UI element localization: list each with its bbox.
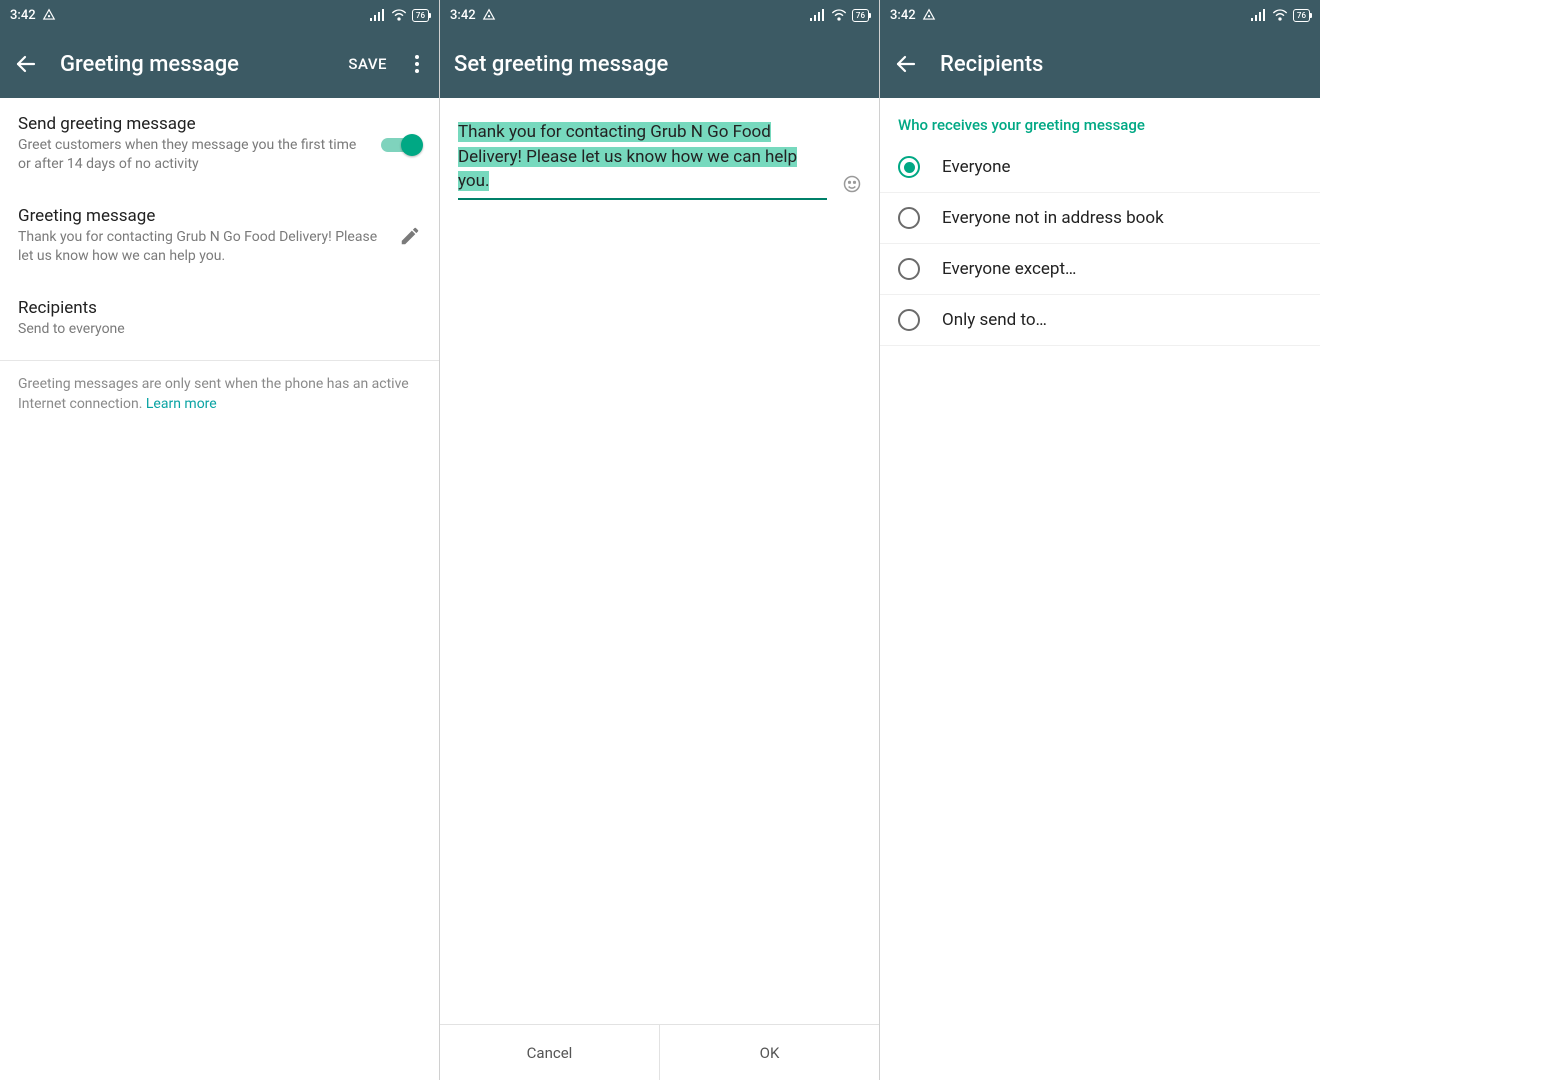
cloud-icon — [922, 8, 936, 22]
page-title: Set greeting message — [454, 52, 668, 77]
pencil-icon[interactable] — [399, 225, 421, 247]
learn-more-link[interactable]: Learn more — [146, 396, 217, 412]
cloud-icon — [42, 8, 56, 22]
radio-label: Everyone except… — [942, 259, 1076, 279]
dialog-actions: Cancel OK — [440, 1024, 879, 1080]
cancel-button[interactable]: Cancel — [440, 1025, 660, 1080]
toggle-subtitle: Greet customers when they message you th… — [18, 136, 369, 174]
toggle-title: Send greeting message — [18, 114, 369, 134]
row-recipients[interactable]: Recipients Send to everyone — [0, 282, 439, 357]
save-button[interactable]: SAVE — [348, 55, 387, 73]
radio-option[interactable]: Everyone not in address book — [880, 193, 1320, 244]
recipients-options: Everyone Everyone not in address book Ever… — [880, 142, 1320, 346]
wifi-icon — [1272, 9, 1288, 21]
signal-icon — [370, 9, 386, 21]
wifi-icon — [391, 9, 407, 21]
radio-label: Only send to… — [942, 310, 1047, 330]
back-icon[interactable] — [14, 52, 38, 76]
panel-set-greeting: 3:42 76 Set greeting message Thank you f… — [440, 0, 880, 1080]
radio-option[interactable]: Only send to… — [880, 295, 1320, 346]
section-header: Who receives your greeting message — [880, 98, 1320, 142]
radio-label: Everyone not in address book — [942, 208, 1164, 228]
row-greeting-message[interactable]: Greeting message Thank you for contactin… — [0, 190, 439, 282]
signal-icon — [1251, 9, 1267, 21]
cloud-icon — [482, 8, 496, 22]
radio-option[interactable]: Everyone — [880, 142, 1320, 193]
greeting-text-input[interactable]: Thank you for contacting Grub N Go Food … — [458, 120, 827, 200]
battery-icon: 76 — [1293, 9, 1310, 22]
recipients-title: Recipients — [18, 298, 421, 318]
toggle-switch[interactable] — [381, 133, 421, 155]
app-bar: Greeting message SAVE — [0, 30, 439, 98]
battery-icon: 76 — [412, 9, 429, 22]
radio-icon — [898, 207, 920, 229]
overflow-menu-icon[interactable] — [409, 49, 425, 79]
footer-note: Greeting messages are only sent when the… — [0, 361, 439, 428]
radio-option[interactable]: Everyone except… — [880, 244, 1320, 295]
panel-recipients: 3:42 76 Recipients Who receives your gre… — [880, 0, 1320, 1080]
greeting-title: Greeting message — [18, 206, 387, 226]
status-bar: 3:42 76 — [440, 0, 879, 30]
radio-icon — [898, 156, 920, 178]
radio-icon — [898, 258, 920, 280]
page-title: Greeting message — [60, 52, 326, 77]
signal-icon — [810, 9, 826, 21]
panel-greeting-settings: 3:42 76 Greeting message SAVE Send greet… — [0, 0, 440, 1080]
radio-label: Everyone — [942, 157, 1011, 177]
greeting-body: Thank you for contacting Grub N Go Food … — [18, 228, 387, 266]
status-bar: 3:42 76 — [0, 0, 439, 30]
status-time: 3:42 — [890, 8, 916, 23]
radio-icon — [898, 309, 920, 331]
app-bar: Set greeting message — [440, 30, 879, 98]
ok-button[interactable]: OK — [660, 1025, 879, 1080]
toggle-send-greeting[interactable]: Send greeting message Greet customers wh… — [0, 98, 439, 190]
emoji-icon[interactable] — [839, 174, 865, 200]
recipients-subtitle: Send to everyone — [18, 320, 421, 339]
status-bar: 3:42 76 — [880, 0, 1320, 30]
status-time: 3:42 — [450, 8, 476, 23]
greeting-text-value: Thank you for contacting Grub N Go Food … — [458, 122, 797, 191]
status-time: 3:42 — [10, 8, 36, 23]
page-title: Recipients — [940, 52, 1306, 77]
wifi-icon — [831, 9, 847, 21]
battery-icon: 76 — [852, 9, 869, 22]
app-bar: Recipients — [880, 30, 1320, 98]
back-icon[interactable] — [894, 52, 918, 76]
